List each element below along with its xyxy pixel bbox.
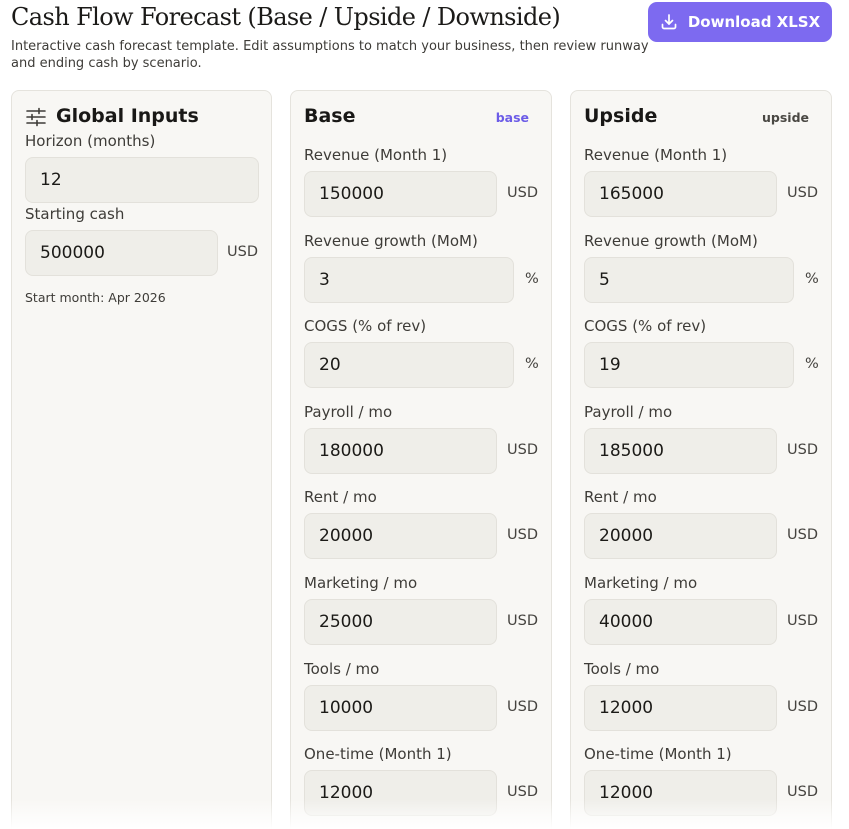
page-title: Cash Flow Forecast (Base / Upside / Down… [11,3,561,31]
revenue-growth-input[interactable] [584,257,794,303]
marketing-label: Marketing / mo [584,574,698,592]
download-xlsx-button[interactable]: Download XLSX [648,2,832,42]
revenue-month1-input[interactable] [584,171,777,217]
sliders-icon [25,107,47,131]
tools-input[interactable] [304,685,497,731]
download-button-label: Download XLSX [687,13,821,31]
scenario-title: Base [304,105,356,127]
payroll-label: Payroll / mo [584,403,673,421]
tools-unit: USD [507,699,538,715]
scenario-panel-upside: Upside upside Revenue (Month 1) USD Reve… [570,90,832,829]
revenue-growth-unit: % [805,271,819,287]
global-inputs-title: Global Inputs [56,105,199,127]
one-time-input[interactable] [584,770,777,816]
marketing-label: Marketing / mo [304,574,418,592]
tools-input[interactable] [584,685,777,731]
scenario-tag: base [495,110,529,125]
payroll-unit: USD [507,442,538,458]
revenue-month1-unit: USD [787,185,818,201]
start-month-note: Start month: Apr 2026 [25,290,166,305]
payroll-unit: USD [787,442,818,458]
marketing-unit: USD [507,613,538,629]
one-time-unit: USD [787,784,818,800]
scenario-panel-base: Base base Revenue (Month 1) USD Revenue … [290,90,552,829]
revenue-growth-label: Revenue growth (MoM) [584,232,758,250]
horizon-label: Horizon (months) [25,132,156,150]
rent-input[interactable] [584,513,777,559]
cogs-unit: % [525,356,539,372]
revenue-growth-unit: % [525,271,539,287]
revenue-month1-unit: USD [507,185,538,201]
revenue-month1-label: Revenue (Month 1) [584,146,728,164]
one-time-label: One-time (Month 1) [304,745,452,763]
rent-unit: USD [507,527,538,543]
scenario-tag: upside [762,110,809,125]
revenue-month1-input[interactable] [304,171,497,217]
tools-label: Tools / mo [304,660,380,678]
payroll-label: Payroll / mo [304,403,393,421]
rent-input[interactable] [304,513,497,559]
global-inputs-panel: Global Inputs Horizon (months) Starting … [11,90,272,829]
download-icon [660,13,678,31]
cogs-label: COGS (% of rev) [584,317,707,335]
one-time-input[interactable] [304,770,497,816]
revenue-growth-label: Revenue growth (MoM) [304,232,478,250]
marketing-input[interactable] [584,599,777,645]
rent-unit: USD [787,527,818,543]
tools-unit: USD [787,699,818,715]
horizon-input[interactable] [25,157,259,203]
tools-label: Tools / mo [584,660,660,678]
starting-cash-input[interactable] [25,230,218,276]
scenario-title: Upside [584,105,658,127]
marketing-unit: USD [787,613,818,629]
revenue-growth-input[interactable] [304,257,514,303]
one-time-label: One-time (Month 1) [584,745,732,763]
cogs-label: COGS (% of rev) [304,317,427,335]
rent-label: Rent / mo [584,488,657,506]
cogs-input[interactable] [304,342,514,388]
starting-cash-label: Starting cash [25,205,125,223]
payroll-input[interactable] [304,428,497,474]
revenue-month1-label: Revenue (Month 1) [304,146,448,164]
one-time-unit: USD [507,784,538,800]
cogs-unit: % [805,356,819,372]
marketing-input[interactable] [304,599,497,645]
rent-label: Rent / mo [304,488,377,506]
page-subtitle: Interactive cash forecast template. Edit… [11,39,649,71]
cogs-input[interactable] [584,342,794,388]
starting-cash-unit: USD [227,244,258,260]
payroll-input[interactable] [584,428,777,474]
